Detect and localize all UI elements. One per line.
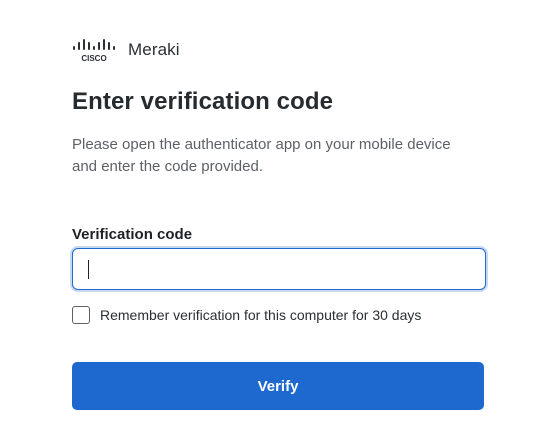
cisco-logo-icon: CISCO: [73, 39, 115, 63]
svg-text:CISCO: CISCO: [81, 54, 106, 63]
page-title: Enter verification code: [72, 88, 334, 115]
text-caret: [88, 260, 89, 279]
remember-checkbox[interactable]: [72, 306, 90, 324]
verify-button[interactable]: Verify: [72, 362, 484, 410]
instructions-text: Please open the authenticator app on you…: [72, 136, 451, 175]
remember-option[interactable]: Remember verification for this computer …: [72, 306, 421, 324]
brand-header: CISCO Meraki: [72, 36, 180, 64]
verification-code-label: Verification code: [72, 226, 193, 243]
verification-code-input[interactable]: [72, 248, 486, 290]
remember-label[interactable]: Remember verification for this computer …: [100, 307, 421, 323]
product-name: Meraki: [128, 40, 180, 59]
